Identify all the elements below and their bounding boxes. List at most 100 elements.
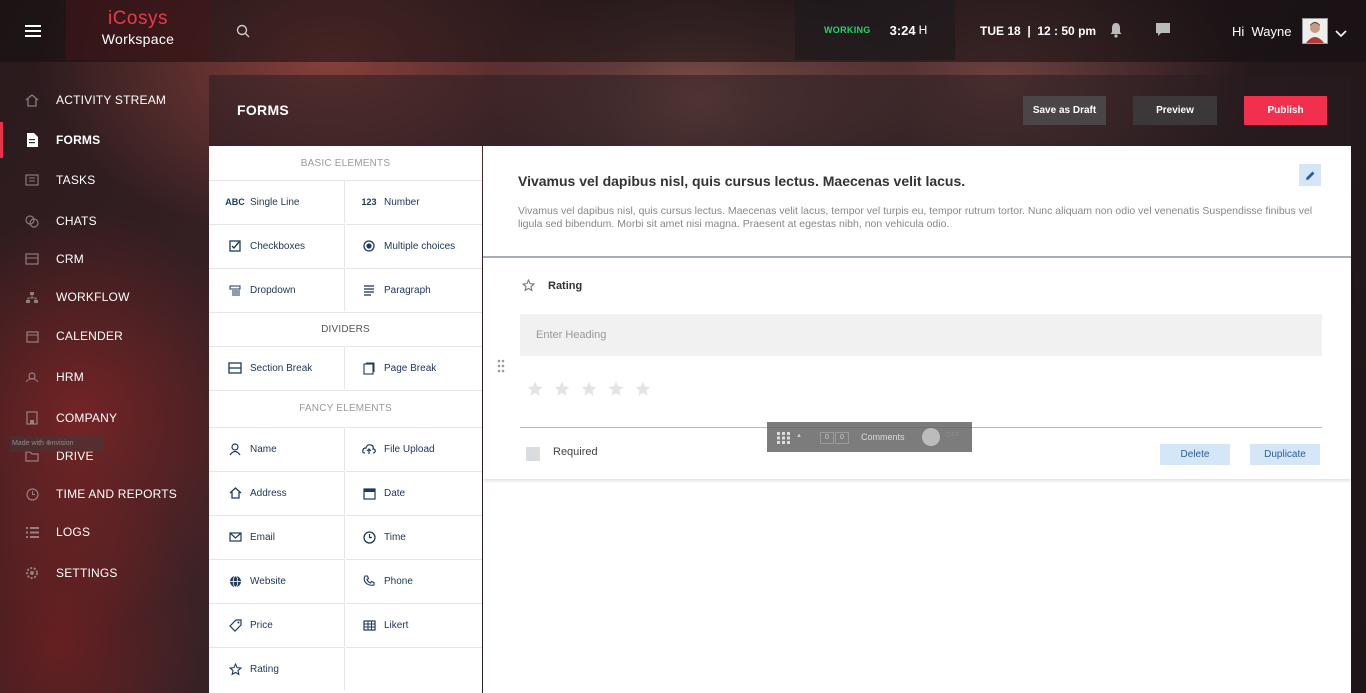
star-icon[interactable]: [634, 380, 652, 398]
checkbox-icon: [226, 237, 244, 255]
required-label: Required: [553, 446, 598, 458]
toggle-state-label: OFF: [946, 432, 960, 439]
duplicate-button[interactable]: Duplicate: [1250, 444, 1320, 465]
caret-up-icon[interactable]: ▲: [796, 433, 802, 439]
rating-stars: [526, 380, 652, 398]
element-likert[interactable]: Likert: [346, 603, 482, 646]
sidebar: ACTIVITY STREAM FORMS TASKS CHATS CRM WO…: [0, 62, 209, 693]
brand-name: iCosys: [107, 8, 168, 29]
element-number[interactable]: 123 Number: [346, 180, 482, 223]
element-label: Number: [384, 196, 420, 208]
home-icon: [24, 92, 40, 108]
form-title[interactable]: Vivamus vel dapibus nisl, quis cursus le…: [518, 173, 965, 189]
sidebar-item-forms[interactable]: FORMS: [0, 122, 212, 158]
brand-logo[interactable]: iCosys Workspace: [66, 0, 210, 60]
save-draft-button[interactable]: Save as Draft: [1023, 96, 1106, 125]
element-price[interactable]: Price: [209, 603, 345, 646]
top-bar: iCosys Workspace WORKING 3:24 H TUE 18 |…: [0, 0, 1366, 62]
messages-button[interactable]: [1155, 22, 1171, 42]
sidebar-item-time-and-reports[interactable]: TIME AND REPORTS: [0, 476, 209, 512]
sidebar-item-logs[interactable]: LOGS: [0, 514, 209, 550]
user-menu-toggle[interactable]: [1335, 25, 1347, 43]
star-icon[interactable]: [526, 380, 544, 398]
form-elements-panel: BASIC ELEMENTS ABC Single Line 123 Numbe…: [209, 146, 482, 693]
user-greeting[interactable]: Hi Wayne: [1232, 24, 1291, 39]
element-section-break[interactable]: Section Break: [209, 346, 345, 389]
element-checkboxes[interactable]: Checkboxes: [209, 224, 345, 267]
element-label: Page Break: [384, 362, 437, 374]
element-name[interactable]: Name: [209, 427, 345, 470]
element-email[interactable]: Email: [209, 515, 345, 558]
element-label: Price: [250, 619, 273, 631]
element-paragraph[interactable]: Paragraph: [346, 268, 482, 311]
sidebar-item-company[interactable]: COMPANY: [0, 400, 209, 436]
comments-toggle[interactable]: OFF: [922, 428, 964, 446]
table-icon: [360, 616, 378, 634]
delete-button[interactable]: Delete: [1160, 444, 1230, 465]
toggle-knob: [922, 428, 940, 446]
page-header: FORMS Save as Draft Preview Publish: [209, 75, 1351, 146]
globe-icon: [226, 572, 244, 590]
form-description[interactable]: Vivamus vel dapibus nisl, quis cursus le…: [518, 205, 1323, 231]
comment-count: 0: [835, 432, 849, 444]
element-label: Multiple choices: [384, 240, 456, 252]
drag-handle-icon[interactable]: [497, 359, 505, 378]
element-date[interactable]: Date: [346, 471, 482, 514]
star-icon[interactable]: [607, 380, 625, 398]
notifications-button[interactable]: [1109, 22, 1123, 43]
element-label: Dropdown: [250, 284, 296, 296]
search-button[interactable]: [228, 16, 258, 46]
comment-count: 0: [820, 432, 834, 444]
edit-form-button[interactable]: [1299, 164, 1321, 186]
element-label: Address: [250, 487, 287, 499]
dropdown-icon: [226, 281, 244, 299]
radio-icon: [360, 237, 378, 255]
sidebar-item-settings[interactable]: SETTINGS: [0, 555, 209, 591]
element-label: Checkboxes: [250, 240, 306, 252]
element-multiple-choices[interactable]: Multiple choices: [346, 224, 482, 267]
sidebar-item-calender[interactable]: CALENDER: [0, 318, 209, 354]
element-address[interactable]: Address: [209, 471, 345, 514]
brand-subtitle: Workspace: [101, 31, 175, 47]
sidebar-item-label: TASKS: [56, 173, 96, 187]
element-dropdown[interactable]: Dropdown: [209, 268, 345, 311]
element-time[interactable]: Time: [346, 515, 482, 558]
element-file-upload[interactable]: File Upload: [346, 427, 482, 470]
element-label: Rating: [250, 663, 279, 675]
cloud-upload-icon: [360, 440, 378, 458]
clock-icon: [24, 486, 40, 502]
search-icon: [236, 24, 250, 38]
heading-input[interactable]: [520, 314, 1322, 356]
star-icon[interactable]: [553, 380, 571, 398]
publish-button[interactable]: Publish: [1244, 96, 1327, 125]
paragraph-icon: [360, 281, 378, 299]
comments-toolbar: ▲ 0 0 Comments OFF: [767, 422, 972, 452]
tasks-icon: [24, 172, 40, 188]
tag-icon: [226, 616, 244, 634]
element-page-break[interactable]: Page Break: [346, 346, 482, 389]
divider: [209, 390, 482, 391]
element-rating[interactable]: Rating: [209, 647, 345, 690]
element-website[interactable]: Website: [209, 559, 345, 602]
star-icon[interactable]: [580, 380, 598, 398]
sidebar-item-crm[interactable]: CRM: [0, 241, 209, 277]
avatar[interactable]: [1302, 18, 1328, 44]
sidebar-item-chats[interactable]: CHATS: [0, 203, 209, 239]
required-checkbox[interactable]: [526, 447, 540, 461]
watermark: Made with ⊕nvision: [10, 436, 104, 452]
sidebar-item-activity-stream[interactable]: ACTIVITY STREAM: [0, 82, 209, 118]
comments-label: Comments: [861, 432, 905, 442]
element-single-line[interactable]: ABC Single Line: [209, 180, 345, 223]
element-phone[interactable]: Phone: [346, 559, 482, 602]
divider: [209, 312, 482, 313]
number-icon: 123: [361, 197, 377, 207]
sidebar-item-workflow[interactable]: WORKFLOW: [0, 279, 209, 315]
user-photo: [1303, 19, 1327, 43]
preview-button[interactable]: Preview: [1133, 96, 1217, 125]
grid-icon[interactable]: [777, 431, 791, 449]
sidebar-item-tasks[interactable]: TASKS: [0, 162, 209, 198]
sidebar-item-hrm[interactable]: HRM: [0, 359, 209, 395]
menu-button[interactable]: [0, 0, 66, 62]
element-label: Name: [250, 443, 277, 455]
working-label: WORKING: [824, 25, 871, 35]
